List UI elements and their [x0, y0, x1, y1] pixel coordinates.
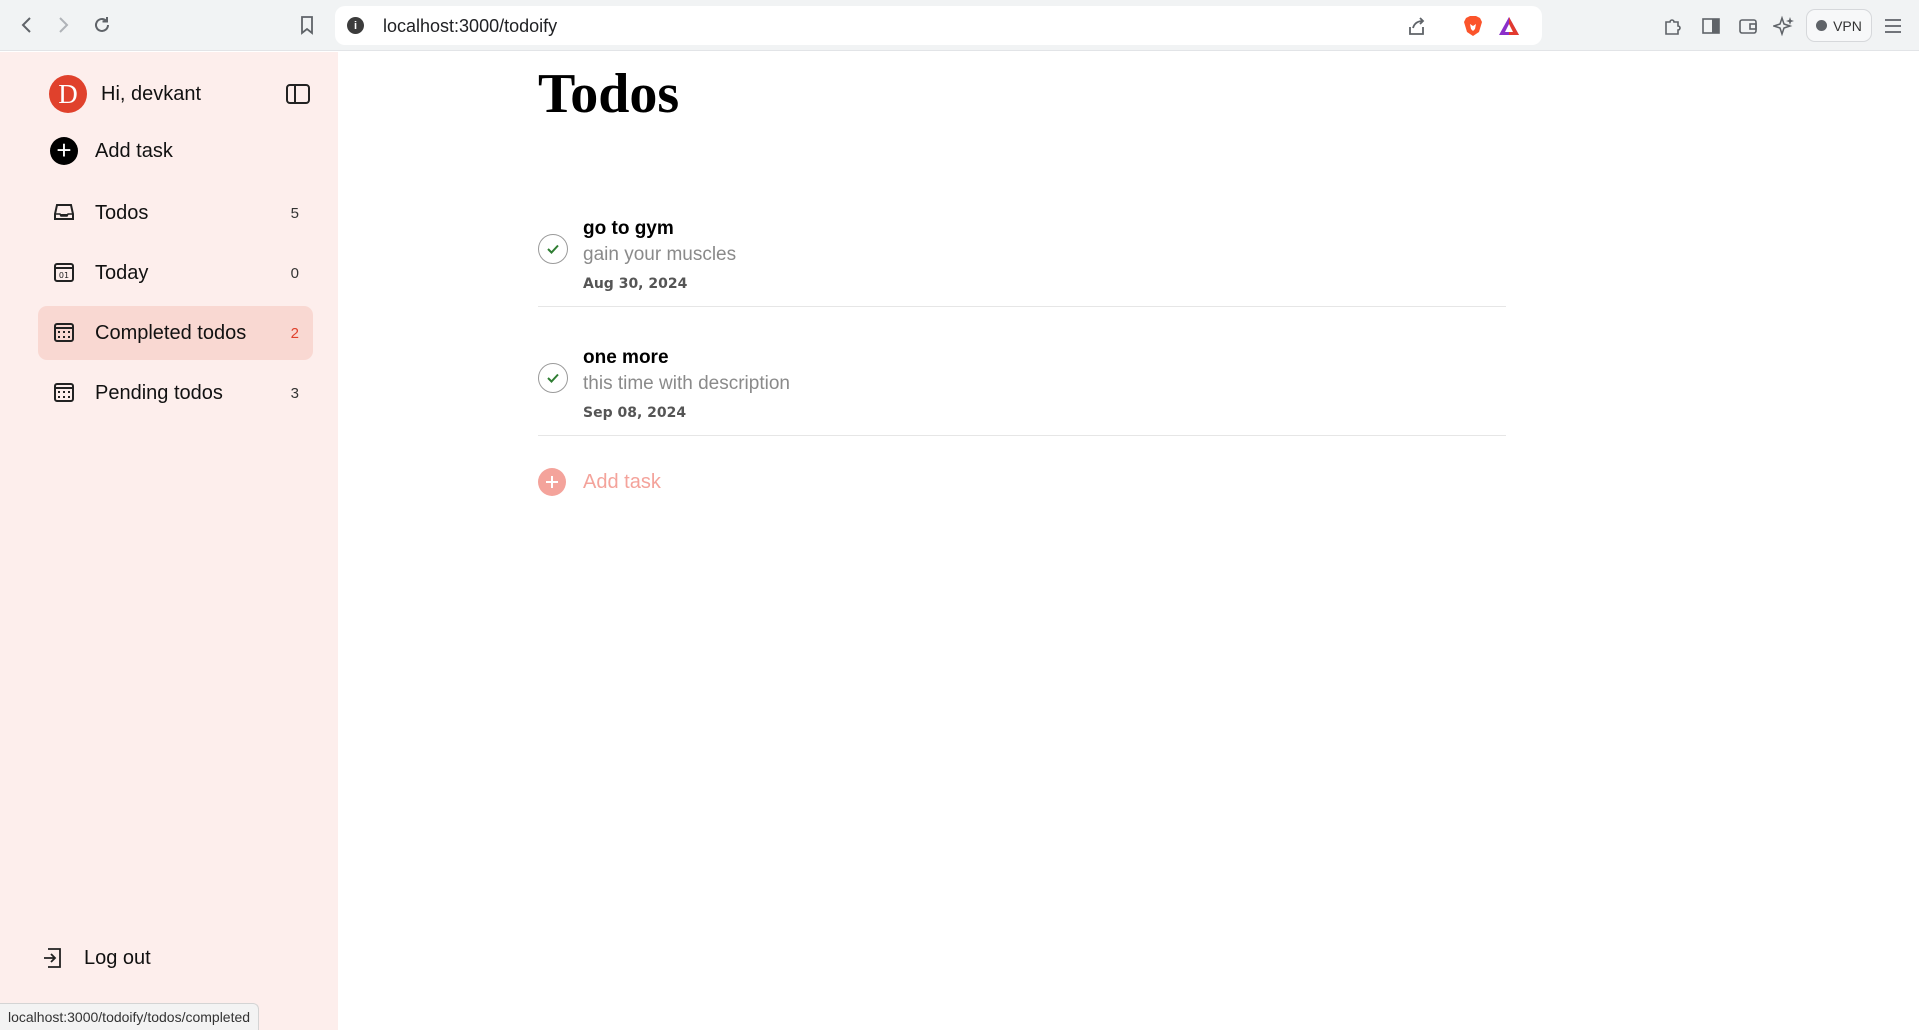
vpn-status-icon — [1816, 20, 1828, 31]
reload-button[interactable] — [87, 10, 117, 40]
bookmark-icon — [301, 16, 313, 35]
back-button[interactable] — [12, 10, 42, 40]
add-task-label: Add task — [583, 470, 661, 493]
inbox-icon — [54, 204, 74, 220]
task-date: Sep 08, 2024 — [583, 405, 687, 421]
reload-icon — [95, 17, 109, 32]
check-icon — [547, 373, 559, 383]
bookmark-button[interactable] — [292, 10, 322, 40]
extensions-button[interactable] — [1660, 13, 1686, 39]
sidebar-toggle-icon[interactable] — [284, 80, 312, 108]
task-description: gain your muscles — [583, 244, 737, 265]
calendar-day-icon: 01 — [54, 263, 74, 282]
add-task-button[interactable]: Add task — [538, 468, 661, 496]
sidebar-item-count: 3 — [290, 384, 299, 402]
forward-arrow-icon — [59, 17, 69, 33]
sidebar-item-label: Pending todos — [95, 381, 223, 404]
add-circle-icon — [538, 468, 566, 496]
task-complete-toggle[interactable] — [538, 234, 568, 264]
sidebar-item-today[interactable]: 01 Today 0 — [38, 246, 313, 300]
wallet-button[interactable] — [1735, 13, 1761, 39]
link-status-bar: localhost:3000/todoify/todos/completed — [0, 1003, 260, 1030]
rewards-triangle-icon — [1499, 17, 1519, 35]
logout-label: Log out — [84, 946, 151, 969]
share-icon — [1409, 17, 1425, 35]
sidebar-item-count: 2 — [290, 324, 299, 342]
sidebar-item-label: Completed todos — [95, 321, 247, 344]
sidebar-item-pending-todos[interactable]: Pending todos 3 — [38, 366, 313, 420]
task-item[interactable]: one more this time with description Sep … — [538, 338, 1506, 436]
check-icon — [547, 244, 559, 254]
sidebar-add-task-label: Add task — [95, 139, 173, 162]
side-panel-icon — [1702, 18, 1720, 34]
logout-button[interactable]: Log out — [42, 946, 151, 970]
browser-menu-button[interactable] — [1880, 13, 1906, 39]
logout-icon — [44, 948, 61, 968]
sidebar-item-count: 5 — [290, 204, 299, 222]
sidebar: D Hi, devkant + Add task Todos 5 01 Toda… — [0, 52, 338, 1030]
sidebar-item-label: Todos — [95, 201, 149, 224]
sidebar-item-count: 0 — [290, 264, 299, 282]
browser-toolbar: i localhost:3000/todoify VPN — [0, 0, 1919, 51]
address-bar[interactable]: i localhost:3000/todoify — [335, 6, 1542, 45]
vpn-button[interactable]: VPN — [1806, 9, 1872, 42]
hamburger-menu-icon — [1885, 19, 1901, 33]
task-item[interactable]: go to gym gain your muscles Aug 30, 2024 — [538, 209, 1506, 307]
brave-lion-icon — [1464, 16, 1482, 36]
task-complete-toggle[interactable] — [538, 363, 568, 393]
vpn-label: VPN — [1833, 17, 1862, 34]
url-text[interactable]: localhost:3000/todoify — [383, 16, 557, 37]
svg-text:01: 01 — [59, 271, 69, 280]
sparkle-icon — [1773, 15, 1794, 37]
brave-rewards-button[interactable] — [1497, 14, 1521, 38]
task-title: go to gym — [583, 218, 674, 239]
sidebar-add-task-button[interactable]: + Add task — [50, 137, 173, 165]
site-info-icon[interactable]: i — [347, 17, 364, 34]
task-description: this time with description — [583, 373, 790, 394]
avatar[interactable]: D — [49, 75, 87, 113]
sidebar-item-completed-todos[interactable]: Completed todos 2 — [38, 306, 313, 360]
forward-button[interactable] — [48, 10, 78, 40]
calendar-grid-icon — [54, 383, 74, 402]
leo-ai-button[interactable] — [1771, 13, 1797, 39]
user-greeting: Hi, devkant — [101, 82, 202, 105]
sidebar-item-label: Today — [95, 261, 149, 284]
brave-shields-button[interactable] — [1461, 14, 1485, 38]
page-title: Todos — [538, 63, 680, 125]
task-title: one more — [583, 347, 669, 368]
share-button[interactable] — [1405, 14, 1429, 38]
wallet-icon — [1739, 19, 1757, 34]
user-profile[interactable]: D Hi, devkant — [49, 75, 201, 113]
puzzle-icon — [1665, 19, 1681, 35]
calendar-grid-icon — [54, 323, 74, 342]
task-date: Aug 30, 2024 — [583, 276, 688, 292]
add-circle-icon: + — [50, 137, 78, 165]
sidebar-item-todos[interactable]: Todos 5 — [38, 186, 313, 240]
sidebar-panel-button[interactable] — [1698, 13, 1724, 39]
back-arrow-icon — [21, 17, 31, 33]
